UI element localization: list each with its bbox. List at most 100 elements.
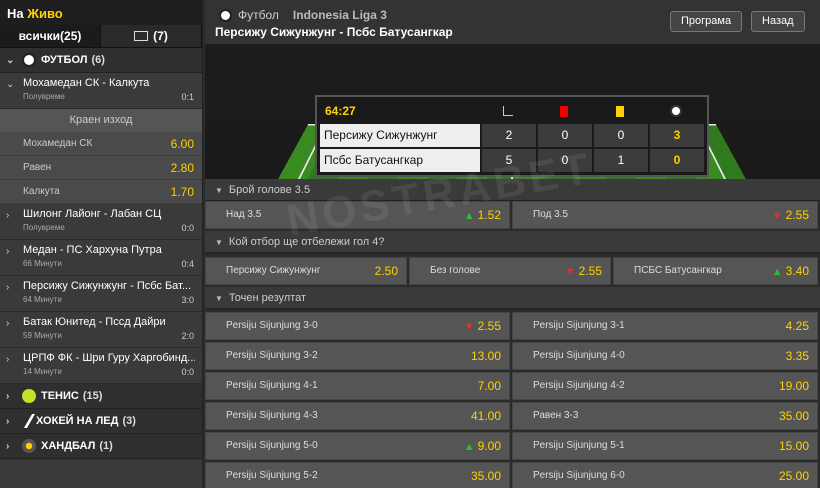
odds-cell[interactable]: Persiju Sijunjung 5-1 15.00 <box>512 432 818 460</box>
odds-cell[interactable]: Без голове ▼ 2.55 <box>409 257 611 285</box>
odds-value: 15.00 <box>778 439 809 453</box>
chevron-down-icon: ⌄ <box>6 54 15 66</box>
market-header-correct-score[interactable]: ▼ Точен резултат <box>205 287 820 309</box>
yellow-card-icon <box>616 105 624 117</box>
team-name: Псбс Батусангкар <box>320 149 480 172</box>
odds-cell[interactable]: Persiju Sijunjung 4-0 3.35 <box>512 342 818 370</box>
yellow-cards-value: 0 <box>592 124 648 147</box>
odds-cell[interactable]: Persiju Sijunjung 5-2 35.00 <box>205 462 510 488</box>
odds-value: 2.55 <box>578 264 602 278</box>
market-row[interactable]: Калкута 1.70 <box>0 180 202 204</box>
chevron-right-icon: › <box>6 318 10 329</box>
match-status: 64 Минути <box>23 295 62 304</box>
sport-tennis-label: ТЕНИС <box>41 390 79 402</box>
chevron-right-icon: › <box>6 246 10 257</box>
corners-value: 2 <box>480 124 536 147</box>
triangle-down-icon: ▼ <box>215 186 223 195</box>
market-header-goals[interactable]: ▼ Брой голове 3.5 <box>205 179 820 201</box>
odds-row: Persiju Sijunjung 4-3 41.00 Равен 3-3 35.00 <box>205 402 820 430</box>
breadcrumb-league[interactable]: Indonesia Liga 3 <box>293 8 387 22</box>
sport-handball[interactable]: › ХАНДБАЛ (1) <box>0 434 202 459</box>
match-status: 59 Минути <box>23 331 62 340</box>
live-header: На Живо <box>0 0 202 25</box>
market-row-label: Калкута <box>23 186 60 197</box>
odds-value: 35.00 <box>470 469 501 483</box>
sport-tennis[interactable]: › ТЕНИС (15) <box>0 384 202 409</box>
odds-cell[interactable]: Persiju Sijunjung 3-2 13.00 <box>205 342 510 370</box>
arrow-up-icon: ▲ <box>771 266 783 278</box>
chevron-right-icon: › <box>6 282 10 293</box>
chevron-right-icon: › <box>6 390 10 402</box>
odds-label: Persiju Sijunjung 4-2 <box>533 380 625 391</box>
market-row[interactable]: Равен 2.80 <box>0 156 202 180</box>
football-icon <box>219 8 232 22</box>
odds-row: Persiju Sijunjung 5-0 ▲ 9.00 Persiju Sijunj… <box>205 432 820 460</box>
tab-tv[interactable]: (7) <box>101 25 202 47</box>
odds-label: Persiju Sijunjung 4-3 <box>226 410 318 421</box>
odds-value: 3.40 <box>785 264 809 278</box>
match-item[interactable]: › Медан - ПС Хархуна Путра 66 Минути 0:4 <box>0 240 202 276</box>
market-title: Точен резултат <box>228 292 307 304</box>
market-row-odd: 1.70 <box>170 185 194 199</box>
match-item[interactable]: › ЦРПФ ФК - Шри Гуру Харгобинд... 14 Мин… <box>0 348 202 384</box>
sport-hockey-label: ХОКЕЙ НА ЛЕД <box>36 415 119 427</box>
match-name: Мохамедан СК - Калкута <box>23 77 150 89</box>
odds-label: Persiju Sijunjung 6-0 <box>533 470 625 481</box>
match-item[interactable]: › Шилонг Лайонг - Лабан СЦ Полувреме 0:0 <box>0 204 202 240</box>
sport-tennis-count: (15) <box>82 390 103 402</box>
odds-cell[interactable]: Persiju Sijunjung 4-3 41.00 <box>205 402 510 430</box>
match-name: Персижу Сижунжунг - Псбс Бат... <box>23 280 192 292</box>
tab-all[interactable]: всички(25) <box>0 25 101 47</box>
odds-value: 4.25 <box>785 319 809 333</box>
arrow-down-icon: ▼ <box>564 266 576 278</box>
odds-cell[interactable]: Persiju Sijunjung 5-0 ▲ 9.00 <box>205 432 510 460</box>
odds-cell[interactable]: Персижу Сижунжунг 2.50 <box>205 257 407 285</box>
odds-value: 13.00 <box>470 349 501 363</box>
odds-row: Persiju Sijunjung 5-2 35.00 Persiju Sijunj… <box>205 462 820 488</box>
chevron-down-icon: ⌄ <box>6 79 15 90</box>
odds-cell[interactable]: Равен 3-3 35.00 <box>512 402 818 430</box>
odds-cell[interactable]: Persiju Sijunjung 4-2 19.00 <box>512 372 818 400</box>
odds-value: 19.00 <box>778 379 809 393</box>
match-status: 14 Минути <box>23 367 62 376</box>
breadcrumb-sport[interactable]: Футбол <box>238 8 279 22</box>
sport-football[interactable]: ⌄ ФУТБОЛ (6) <box>0 48 202 73</box>
odds-cell[interactable]: Persiju Sijunjung 6-0 25.00 <box>512 462 818 488</box>
live-header-live: Живо <box>27 6 63 21</box>
market-header-next-goal[interactable]: ▼ Кой отбор ще отбележи гол 4? <box>205 231 820 253</box>
sidebar: На Живо всички(25) (7) ⌄ ФУТБОЛ (6) ⌄ Мо… <box>0 0 203 488</box>
goals-value: 3 <box>648 124 704 147</box>
arrow-down-icon: ▼ <box>771 210 783 222</box>
program-button[interactable]: Програма <box>670 11 743 32</box>
odds-cell[interactable]: Под 3.5 ▼ 2.55 <box>512 201 818 229</box>
match-score: 0:0 <box>181 367 194 377</box>
market-title: Кой отбор ще отбележи гол 4? <box>228 236 385 248</box>
sport-football-label: ФУТБОЛ <box>41 54 88 66</box>
match-item[interactable]: ⌄ Мохамедан СК - Калкута Полувреме 0:1 <box>0 73 202 109</box>
match-name: ЦРПФ ФК - Шри Гуру Харгобинд... <box>23 352 195 364</box>
triangle-down-icon: ▼ <box>215 238 223 247</box>
live-header-prefix: На <box>7 6 24 21</box>
match-item[interactable]: › Батак Юнитед - Пссд Дайри 59 Минути 2:… <box>0 312 202 348</box>
odds-cell[interactable]: Persiju Sijunjung 4-1 7.00 <box>205 372 510 400</box>
odds-cell[interactable]: Над 3.5 ▲ 1.52 <box>205 201 510 229</box>
back-button[interactable]: Назад <box>751 11 805 32</box>
red-cards-value: 0 <box>536 149 592 172</box>
odds-cell[interactable]: ПСБС Батусангкар ▲ 3.40 <box>613 257 818 285</box>
corners-value: 5 <box>480 149 536 172</box>
odds-label: Без голове <box>430 265 481 276</box>
odds-label: Над 3.5 <box>226 209 262 220</box>
arrow-down-icon: ▼ <box>463 321 475 333</box>
scoreboard: 64:27 Персижу Сижунжунг 2 0 0 3 Псбс Бат… <box>315 95 709 177</box>
market-row-label: Равен <box>23 162 52 173</box>
sport-hockey[interactable]: › ХОКЕЙ НА ЛЕД (3) <box>0 409 202 434</box>
odds-cell[interactable]: Persiju Sijunjung 3-1 4.25 <box>512 312 818 340</box>
corner-icon <box>503 106 513 116</box>
match-item[interactable]: › Персижу Сижунжунг - Псбс Бат... 64 Мин… <box>0 276 202 312</box>
hockey-stick-icon <box>17 414 36 428</box>
odds-value: 1.52 <box>477 208 501 222</box>
odds-cell[interactable]: Persiju Sijunjung 3-0 ▼ 2.55 <box>205 312 510 340</box>
market-row[interactable]: Мохамедан СК 6.00 <box>0 132 202 156</box>
odds-value: 9.00 <box>477 439 501 453</box>
odds-label: Равен 3-3 <box>533 410 579 421</box>
